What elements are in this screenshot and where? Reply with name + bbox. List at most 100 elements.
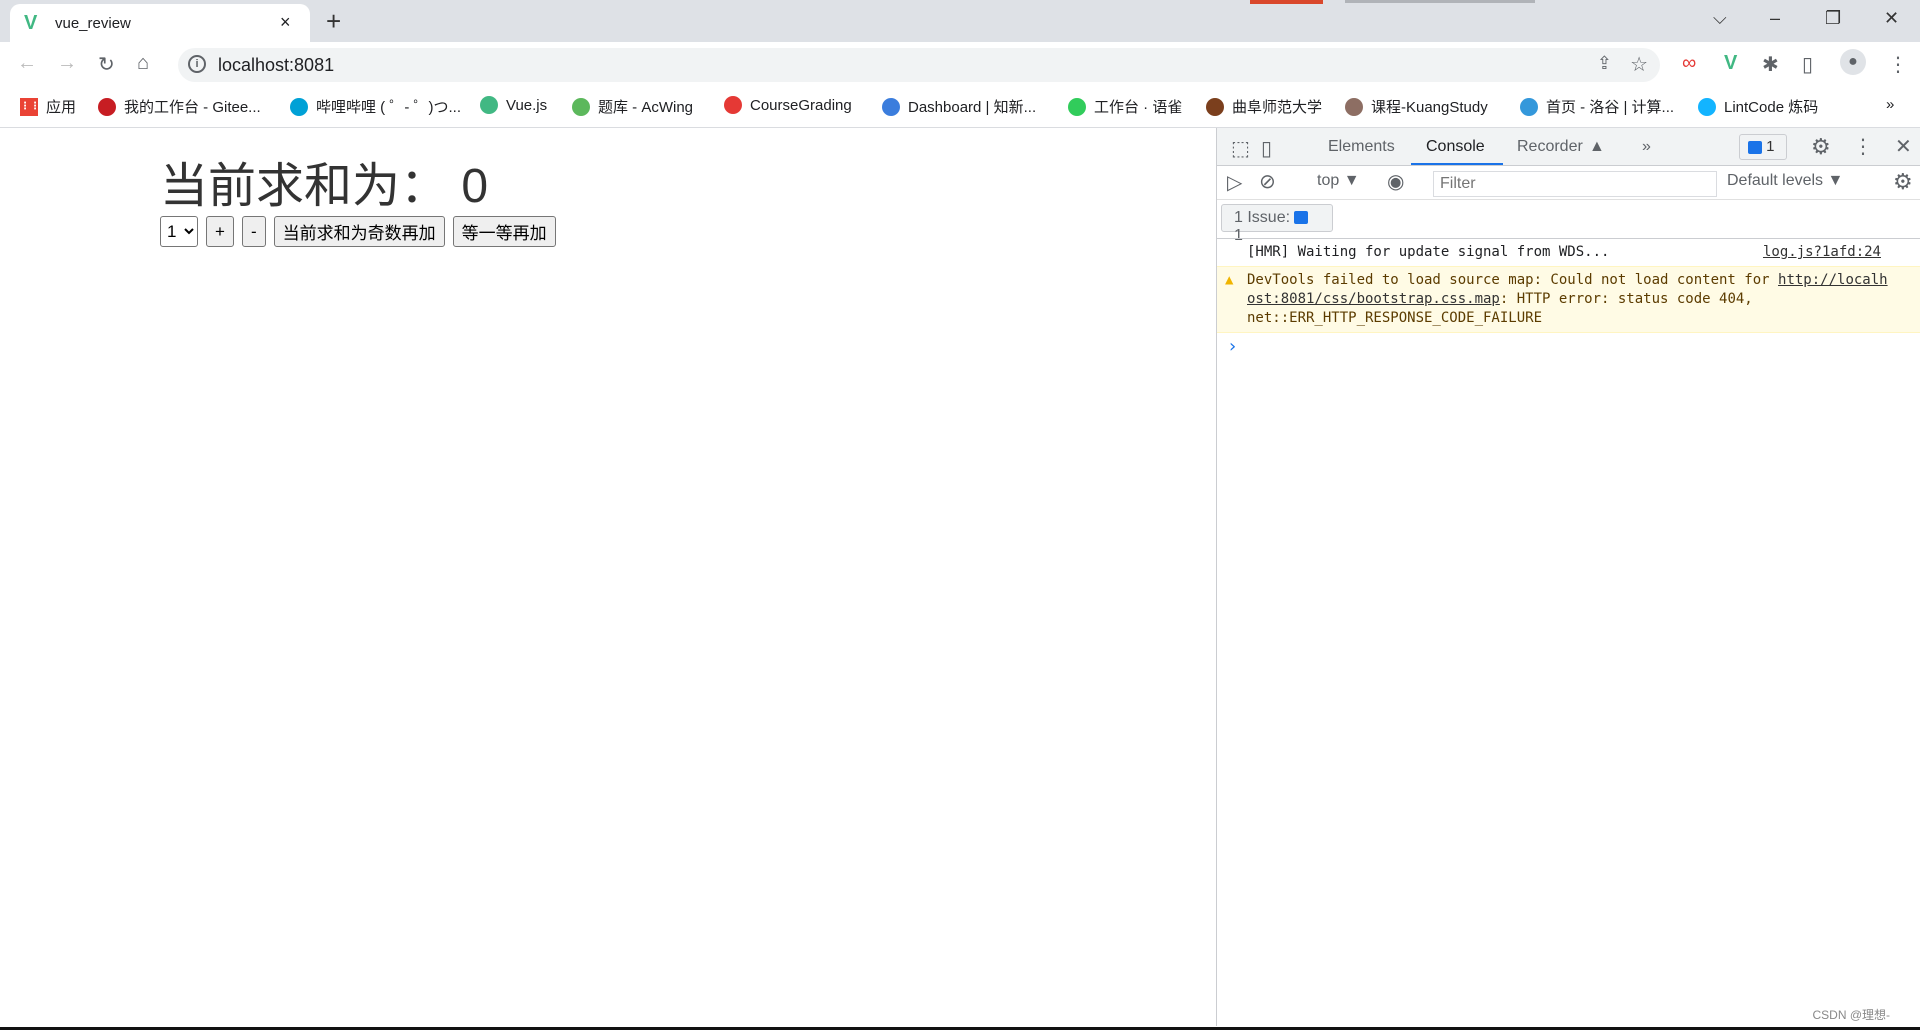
settings-gear-icon[interactable]: ⚙: [1811, 134, 1831, 160]
bookmark-star-icon[interactable]: ☆: [1630, 52, 1648, 77]
address-toolbar: ← → ↻ ⌂ i localhost:8081 ⇪ ☆ ∞ V ✱ ▯ ● ⋮: [0, 42, 1920, 88]
bookmark-kuangstudy[interactable]: 课程-KuangStudy: [1345, 96, 1488, 117]
tab-search-icon[interactable]: ⌵: [1713, 8, 1727, 29]
lintcode-icon: [1698, 97, 1716, 116]
tab-elements[interactable]: Elements: [1328, 138, 1395, 156]
bookmark-label: Dashboard | 知新...: [908, 99, 1037, 116]
tab-vue-review[interactable]: V vue_review ×: [10, 4, 310, 42]
reload-icon[interactable]: ↻: [98, 52, 115, 77]
issues-count: 1: [1766, 138, 1775, 155]
increment-if-odd-button[interactable]: 当前求和为奇数再加: [273, 216, 445, 247]
inspect-element-icon[interactable]: ⬚: [1231, 136, 1250, 161]
browser-menu-icon[interactable]: ⋮: [1888, 52, 1908, 77]
sidebar-toggle-icon[interactable]: ▷: [1227, 170, 1242, 195]
devtools-tabbar: ⬚ ▯ Elements Console Recorder ▲ » 1 ⚙ ⋮ …: [1217, 128, 1920, 166]
window-indicator: [1250, 0, 1323, 4]
bookmark-vue[interactable]: Vue.js: [480, 96, 547, 114]
console-filter-input[interactable]: [1433, 171, 1717, 197]
app-root: 当前求和为： 0 1 + - 当前求和为奇数再加 等一等再加: [160, 146, 556, 247]
bookmark-coursegrading[interactable]: CourseGrading: [724, 96, 852, 114]
bookmark-label: 曲阜师范大学: [1232, 99, 1323, 116]
bookmark-label: Vue.js: [506, 96, 548, 114]
recorder-flask-icon: ▲: [1589, 138, 1605, 155]
bookmark-label: LintCode 炼码: [1724, 99, 1819, 116]
bilibili-icon: [290, 97, 308, 116]
bookmark-label: 课程-KuangStudy: [1371, 99, 1488, 116]
close-window-button[interactable]: ✕: [1884, 8, 1899, 29]
message-icon: [1294, 211, 1309, 225]
log-source-link[interactable]: log.js?1afd:24: [1763, 243, 1881, 262]
profile-avatar-icon[interactable]: ●: [1840, 49, 1866, 75]
kuangstudy-icon: [1345, 97, 1363, 116]
tab-recorder[interactable]: Recorder: [1517, 138, 1583, 156]
site-info-icon[interactable]: i: [188, 55, 206, 73]
bookmark-apps-grid[interactable]: ⋮⋮ 应用: [20, 96, 76, 117]
bookmarks-overflow-button[interactable]: »: [1886, 96, 1894, 113]
bookmark-label: 应用: [46, 99, 77, 116]
tab-strip: V vue_review × + ⌵ – ❐ ✕: [0, 0, 1920, 42]
extension-infinity-icon[interactable]: ∞: [1682, 52, 1696, 75]
side-panel-icon[interactable]: ▯: [1802, 52, 1813, 77]
luogu-icon: [1520, 97, 1538, 116]
vue-devtools-icon[interactable]: V: [1724, 52, 1737, 75]
close-devtools-icon[interactable]: ✕: [1895, 134, 1912, 159]
bookmark-zhixin[interactable]: Dashboard | 知新...: [882, 96, 1036, 117]
omnibox[interactable]: i localhost:8081 ⇪ ☆: [178, 48, 1660, 82]
console-prompt[interactable]: ›: [1217, 333, 1920, 360]
bookmark-label: 工作台 · 语雀: [1094, 99, 1183, 116]
bookmark-label: 首页 - 洛谷 | 计算...: [1546, 99, 1675, 116]
decrement-button[interactable]: -: [241, 216, 266, 247]
yuque-icon: [1068, 97, 1086, 116]
context-selector[interactable]: top ▼: [1317, 172, 1360, 190]
console-toolbar: ▷ ⊘ top ▼ ◉ Default levels ▼ ⚙: [1217, 166, 1920, 200]
bookmark-lintcode[interactable]: LintCode 炼码: [1698, 96, 1818, 117]
bookmark-acwing[interactable]: 题库 - AcWing: [572, 96, 693, 117]
bookmark-luogu[interactable]: 首页 - 洛谷 | 计算...: [1520, 96, 1674, 117]
log-levels-dropdown[interactable]: Default levels ▼: [1727, 172, 1843, 190]
share-icon[interactable]: ⇪: [1597, 53, 1612, 74]
window-shadow: [1345, 0, 1535, 3]
bookmark-university[interactable]: 曲阜师范大学: [1206, 96, 1322, 117]
clear-console-icon[interactable]: ⊘: [1259, 169, 1276, 194]
new-tab-button[interactable]: +: [326, 6, 341, 37]
watermark: CSDN @理想-: [1812, 1008, 1890, 1022]
increment-button[interactable]: +: [206, 216, 234, 247]
devtools-menu-icon[interactable]: ⋮: [1853, 134, 1873, 159]
extensions-puzzle-icon[interactable]: ✱: [1762, 52, 1779, 77]
more-tabs-icon[interactable]: »: [1642, 138, 1651, 156]
restore-button[interactable]: ❐: [1825, 8, 1841, 29]
devtools-panel: ⬚ ▯ Elements Console Recorder ▲ » 1 ⚙ ⋮ …: [1216, 128, 1920, 1026]
warning-icon: ▲: [1225, 272, 1234, 288]
bookmark-gitee[interactable]: 我的工作台 - Gitee...: [98, 96, 261, 117]
bookmarks-bar: ⋮⋮ 应用 我的工作台 - Gitee... 哔哩哔哩 ( ゜- ゜)つ... Vue.…: [0, 88, 1920, 128]
forward-icon[interactable]: →: [57, 52, 77, 75]
issues-bar-button[interactable]: 1 Issue: 1: [1221, 204, 1333, 244]
url-text[interactable]: localhost:8081: [218, 55, 334, 76]
minimize-button[interactable]: –: [1770, 8, 1780, 29]
vue-icon: [480, 96, 498, 114]
sum-heading: 当前求和为： 0: [160, 160, 489, 213]
console-settings-icon[interactable]: ⚙: [1893, 169, 1913, 195]
tab-console[interactable]: Console: [1426, 138, 1485, 156]
log-text: [HMR] Waiting for update signal from WDS…: [1247, 244, 1610, 260]
close-tab-icon[interactable]: ×: [280, 12, 291, 33]
bookmark-bilibili[interactable]: 哔哩哔哩 ( ゜- ゜)つ...: [290, 96, 461, 117]
home-icon[interactable]: ⌂: [137, 52, 149, 75]
increment-async-button[interactable]: 等一等再加: [452, 216, 556, 247]
apps-grid-icon: ⋮⋮: [20, 97, 40, 116]
bookmark-label: 题库 - AcWing: [598, 99, 694, 116]
controls-row: 1 + - 当前求和为奇数再加 等一等再加: [160, 216, 556, 247]
issues-counter[interactable]: 1: [1739, 134, 1787, 160]
back-icon[interactable]: ←: [17, 52, 37, 75]
zhixin-icon: [882, 97, 900, 116]
active-tab-underline: [1411, 163, 1503, 165]
device-toolbar-icon[interactable]: ▯: [1261, 136, 1272, 161]
increment-select[interactable]: 1: [160, 216, 198, 247]
vue-logo-icon: V: [24, 12, 38, 34]
bookmark-yuque[interactable]: 工作台 · 语雀: [1068, 96, 1182, 117]
message-icon: [1748, 140, 1762, 154]
live-expression-eye-icon[interactable]: ◉: [1387, 169, 1404, 194]
acwing-icon: [572, 97, 590, 116]
coursegrading-icon: [724, 96, 742, 114]
console-messages: [HMR] Waiting for update signal from WDS…: [1217, 238, 1920, 360]
